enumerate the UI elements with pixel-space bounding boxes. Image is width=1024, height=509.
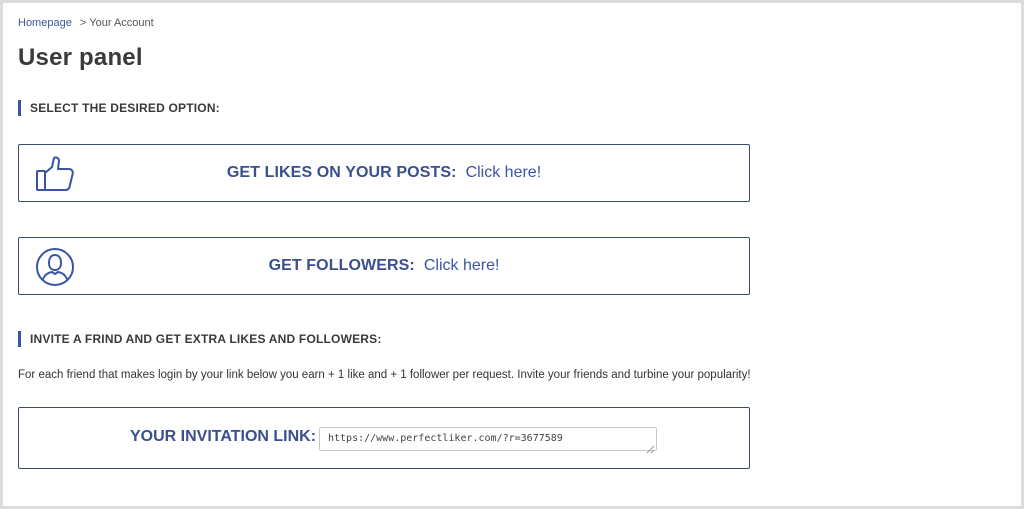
get-followers-option[interactable]: GET FOLLOWERS: Click here!: [18, 237, 750, 295]
get-followers-text: GET FOLLOWERS: Click here!: [19, 238, 749, 294]
invitation-link-box: YOUR INVITATION LINK: https://www.perfec…: [18, 407, 750, 469]
invite-section-heading: INVITE A FRIND AND GET EXTRA LIKES AND F…: [18, 331, 382, 347]
invite-description: For each friend that makes login by your…: [18, 369, 751, 381]
invitation-link-label: YOUR INVITATION LINK:: [130, 428, 317, 445]
get-likes-text: GET LIKES ON YOUR POSTS: Click here!: [19, 145, 749, 201]
get-followers-link[interactable]: Click here!: [424, 257, 500, 275]
get-followers-label: GET FOLLOWERS:: [268, 257, 415, 274]
get-likes-link[interactable]: Click here!: [466, 164, 542, 182]
breadcrumb-home-link[interactable]: Homepage: [18, 17, 72, 29]
breadcrumb-current: Your Account: [89, 17, 154, 29]
main-panel: Homepage > Your Account User panel SELECT …: [3, 3, 1021, 506]
resize-grip-icon[interactable]: [646, 441, 655, 454]
page-title: User panel: [18, 44, 143, 71]
get-likes-option[interactable]: GET LIKES ON YOUR POSTS: Click here!: [18, 144, 750, 202]
breadcrumb: Homepage > Your Account: [18, 17, 154, 29]
options-section-heading: SELECT THE DESIRED OPTION:: [18, 100, 220, 116]
invitation-link-field[interactable]: https://www.perfectliker.com/?r=3677589: [319, 427, 657, 451]
get-likes-label: GET LIKES ON YOUR POSTS:: [226, 164, 457, 181]
breadcrumb-separator: >: [79, 17, 87, 29]
